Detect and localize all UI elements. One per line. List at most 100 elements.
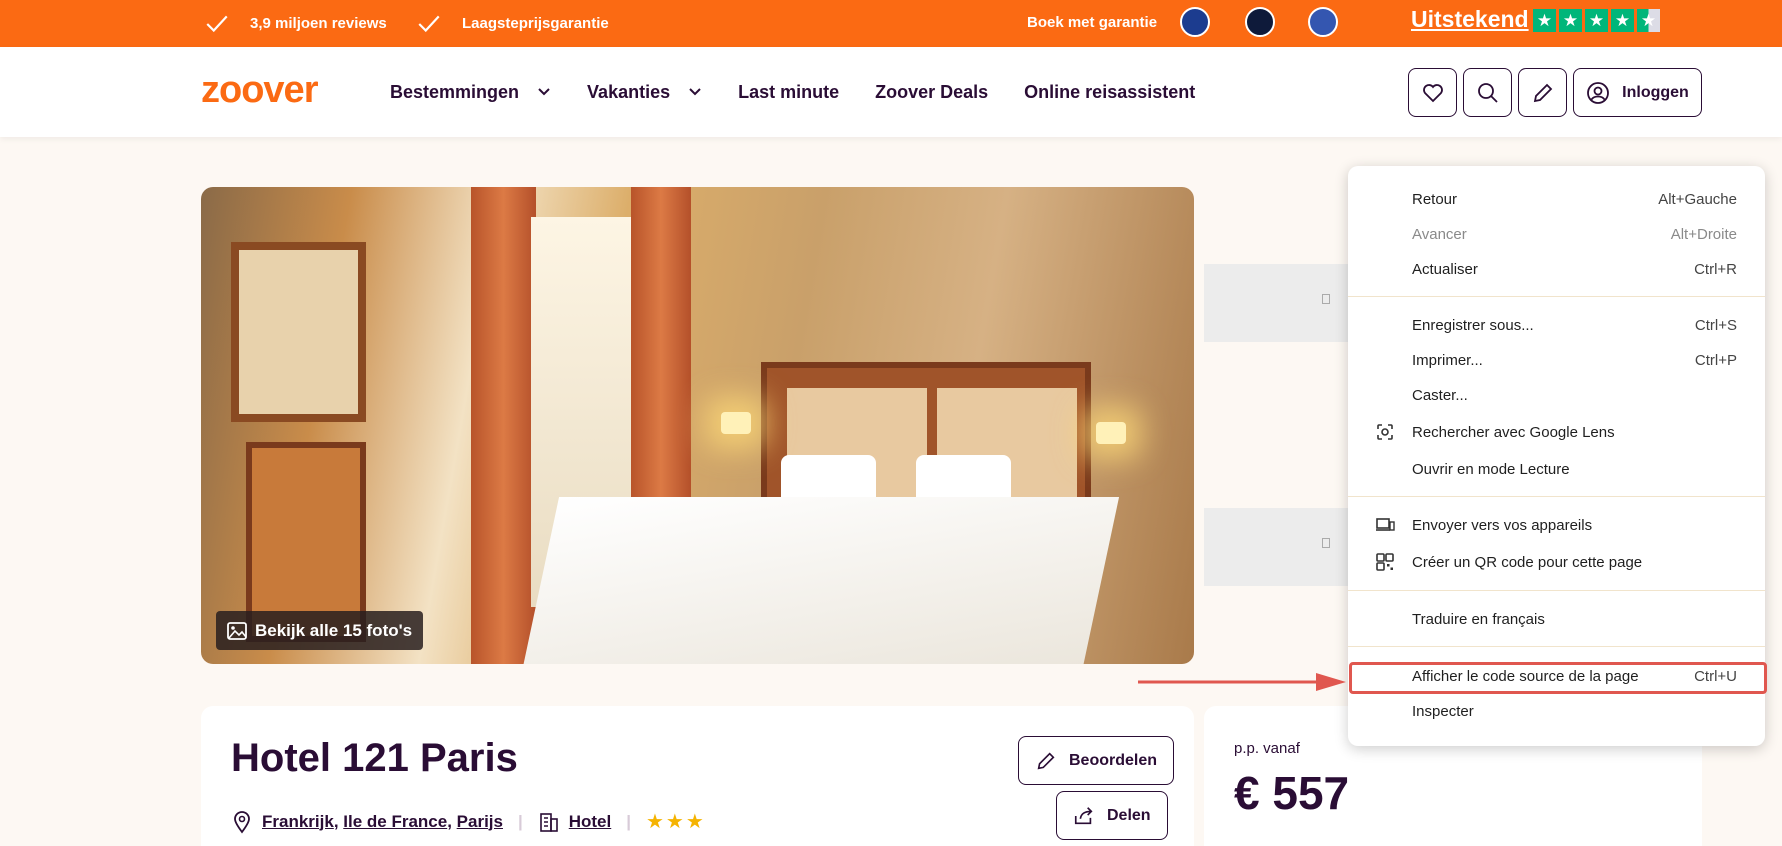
star-icon: ★: [1585, 9, 1608, 32]
separator: |: [517, 811, 523, 831]
login-button[interactable]: Inloggen: [1573, 68, 1702, 117]
hotel-title: Hotel 121 Paris: [231, 736, 518, 780]
menu-divider: [1348, 496, 1765, 497]
nav-item-online-reisassistent[interactable]: Online reisassistent: [1024, 82, 1195, 103]
photo-curtain: [471, 187, 536, 664]
menu-item-inspect[interactable]: Inspecter: [1348, 694, 1765, 728]
search-button[interactable]: [1463, 68, 1512, 117]
menu-item-translate[interactable]: Traduire en français: [1348, 602, 1765, 636]
hotel-location: Frankrijk, Ile de France, Parijs | Hotel…: [231, 809, 706, 834]
half-star-icon: ★: [1637, 9, 1660, 32]
usp-reviews: 3,9 miljoen reviews: [204, 0, 387, 47]
menu-divider: [1348, 296, 1765, 297]
menu-item-label: Ouvrir en mode Lecture: [1412, 460, 1570, 478]
nav-item-label: Last minute: [738, 81, 840, 102]
building-icon: [539, 812, 558, 832]
hotel-main-photo[interactable]: [201, 187, 1194, 664]
menu-item-qr-code[interactable]: Créer un QR code pour cette page: [1348, 545, 1765, 579]
menu-item-label: Retour: [1412, 190, 1458, 208]
review-hotel-button[interactable]: Beoordelen: [1018, 736, 1175, 785]
checkmark-icon: [206, 15, 228, 32]
price-amount: € 557: [1234, 767, 1350, 819]
hotel-star-rating: ★★★: [646, 811, 706, 833]
breadcrumb-city-link[interactable]: Parijs: [457, 812, 503, 831]
trustpilot-stars: ★ ★ ★ ★ ★: [1533, 9, 1660, 32]
accommodation-type-link[interactable]: Hotel: [569, 812, 612, 832]
nav-item-bestemmingen[interactable]: Bestemmingen: [390, 82, 551, 103]
menu-item-send-to-devices[interactable]: Envoyer vers vos appareils: [1348, 508, 1765, 542]
photo-mirror: [231, 242, 366, 422]
share-button[interactable]: Delen: [1056, 791, 1168, 840]
menu-item-label: Actualiser: [1412, 260, 1478, 278]
menu-item-reload[interactable]: Actualiser Ctrl+R: [1348, 252, 1765, 286]
pencil-icon: [1533, 83, 1552, 102]
devices-icon: [1376, 518, 1395, 531]
location-pin-icon: [234, 810, 250, 834]
price-from-label: p.p. vanaf: [1234, 740, 1300, 757]
menu-item-reading-mode[interactable]: Ouvrir en mode Lecture: [1348, 452, 1765, 486]
heart-icon: [1422, 83, 1443, 102]
breadcrumb-country-link[interactable]: Frankrijk: [262, 812, 334, 831]
login-label: Inloggen: [1622, 83, 1689, 101]
nav-item-last-minute[interactable]: Last minute: [738, 82, 839, 103]
usp-reviews-label: 3,9 miljoen reviews: [250, 15, 387, 32]
chevron-down-icon: [538, 88, 550, 96]
nav-item-vakanties[interactable]: Vakanties: [587, 82, 702, 103]
hotel-info-card: Hotel 121 Paris Frankrijk, Ile de France…: [201, 706, 1194, 846]
view-all-photos-label: Bekijk alle 15 foto's: [255, 620, 413, 640]
gallery-thumbnail[interactable]: [1204, 264, 1354, 342]
highlight-box: [1349, 662, 1767, 694]
usp-price-guarantee-label: Laagsteprijsgarantie: [462, 15, 609, 32]
menu-item-shortcut: Ctrl+P: [1694, 351, 1737, 369]
sgr-logo[interactable]: [1308, 7, 1338, 37]
chevron-down-icon: [689, 88, 701, 96]
breadcrumb-region-link[interactable]: Ile de France: [343, 812, 447, 831]
nav-item-label: Bestemmingen: [390, 81, 520, 102]
zoover-logo[interactable]: zoover: [201, 69, 318, 112]
view-all-photos-button[interactable]: Bekijk alle 15 foto's: [216, 611, 424, 650]
menu-item-label: Avancer: [1412, 225, 1467, 243]
favorites-button[interactable]: [1408, 68, 1457, 117]
menu-item-shortcut: Ctrl+R: [1694, 260, 1737, 278]
menu-item-shortcut: Ctrl+S: [1694, 316, 1737, 334]
nav-item-label: Vakanties: [587, 81, 671, 102]
menu-item-cast[interactable]: Caster...: [1348, 378, 1765, 412]
menu-item-google-lens[interactable]: Rechercher avec Google Lens: [1348, 415, 1765, 449]
menu-item-label: Créer un QR code pour cette page: [1412, 553, 1643, 571]
star-icon: ★: [1533, 9, 1556, 32]
trustpilot-rating-link[interactable]: Uitstekend: [1411, 6, 1529, 33]
user-icon: [1587, 81, 1610, 104]
nav-item-zoover-deals[interactable]: Zoover Deals: [875, 82, 988, 103]
anvr-logo[interactable]: [1180, 7, 1210, 37]
menu-divider: [1348, 590, 1765, 591]
site-header: zoover Bestemmingen Vakanties Last minut…: [0, 47, 1782, 137]
menu-item-shortcut: Alt+Gauche: [1658, 190, 1737, 208]
share-label: Delen: [1107, 806, 1151, 824]
menu-divider: [1348, 646, 1765, 647]
menu-item-label: Inspecter: [1412, 702, 1474, 720]
photo-lamp: [1096, 422, 1126, 444]
write-review-button[interactable]: [1518, 68, 1567, 117]
search-icon: [1477, 82, 1498, 103]
menu-item-label: Rechercher avec Google Lens: [1412, 423, 1615, 441]
pencil-icon: [1037, 751, 1055, 769]
photo-bed: [522, 497, 1120, 664]
separator: |: [626, 811, 631, 831]
sgr-seal-logo[interactable]: [1245, 7, 1275, 37]
gallery-thumbnail[interactable]: [1204, 508, 1354, 586]
star-icon: ★: [1611, 9, 1634, 32]
share-icon: [1074, 806, 1093, 824]
menu-item-print[interactable]: Imprimer... Ctrl+P: [1348, 343, 1765, 377]
google-lens-icon: [1377, 424, 1393, 440]
menu-item-label: Enregistrer sous...: [1412, 316, 1534, 334]
broken-image-icon: [1322, 538, 1330, 548]
menu-item-forward: Avancer Alt+Droite: [1348, 217, 1765, 251]
menu-item-save-as[interactable]: Enregistrer sous... Ctrl+S: [1348, 308, 1765, 342]
image-icon: [227, 621, 247, 640]
booking-guarantee-label: Boek met garantie: [1027, 14, 1158, 31]
menu-item-label: Traduire en français: [1412, 610, 1545, 628]
top-bar: 3,9 miljoen reviews Laagsteprijsgarantie…: [0, 0, 1782, 47]
red-arrow-icon: [1138, 673, 1346, 691]
main-nav: Bestemmingen Vakanties Last minute Zoove…: [390, 47, 1195, 137]
menu-item-back[interactable]: Retour Alt+Gauche: [1348, 182, 1765, 216]
